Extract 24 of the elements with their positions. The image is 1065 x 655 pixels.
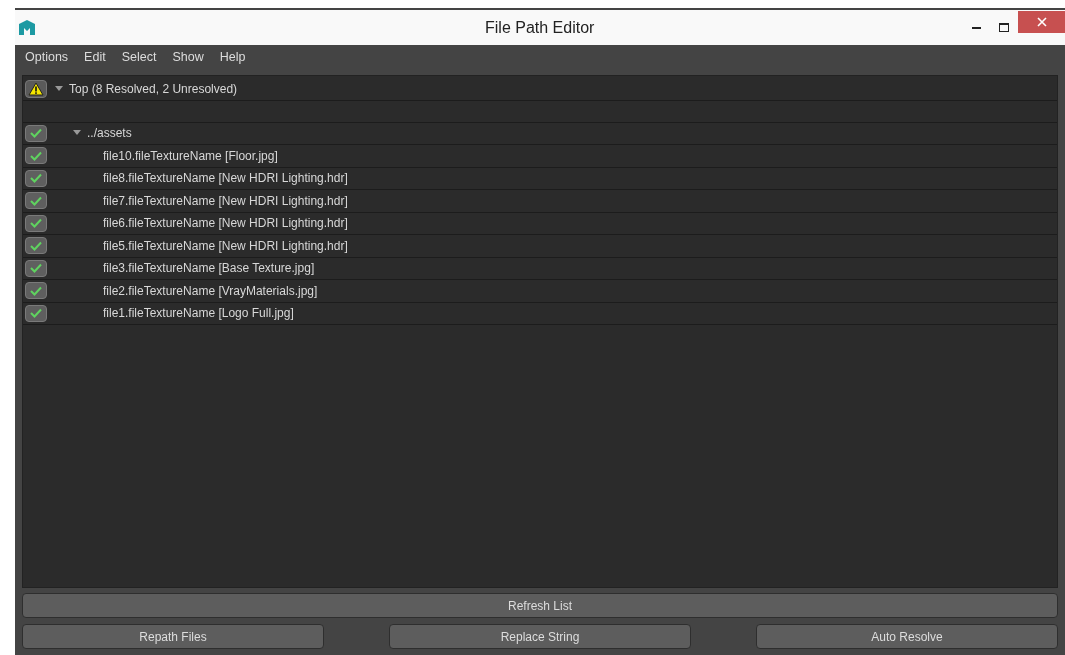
tree-item-label[interactable]: file8.fileTextureName [New HDRI Lighting.hdr] (103, 169, 348, 188)
close-icon (1036, 17, 1047, 27)
tree-item-label[interactable]: file3.fileTextureName [Base Texture.jpg] (103, 259, 315, 278)
action-button[interactable]: Repath Files (22, 624, 324, 649)
tree-item-label[interactable]: ../assets (87, 124, 132, 143)
menu-item[interactable]: Options (25, 47, 69, 67)
expand-arrow-icon[interactable] (55, 85, 63, 92)
menu-item[interactable]: Select (121, 47, 157, 67)
app-logo-icon (18, 19, 36, 36)
tree-item-label[interactable]: file5.fileTextureName [New HDRI Lighting.hdr] (103, 236, 348, 255)
window-title: File Path Editor (485, 17, 595, 38)
tree-item-label[interactable]: file2.fileTextureName [VrayMaterials.jpg] (103, 281, 318, 300)
refresh-list-button[interactable]: Refresh List (22, 593, 1058, 618)
expand-arrow-icon[interactable] (73, 130, 81, 137)
tree-item-label[interactable]: Top (8 Resolved, 2 Unresolved) (69, 79, 238, 98)
action-button[interactable]: Replace String (389, 624, 691, 649)
menu-item[interactable]: Edit (84, 47, 106, 67)
tree-item-label[interactable]: file1.fileTextureName [Logo Full.jpg] (103, 304, 294, 323)
tree-item-label[interactable]: file6.fileTextureName [New HDRI Lighting.hdr] (103, 214, 348, 233)
menu-item[interactable]: Help (219, 47, 246, 67)
tree-item-label[interactable]: file7.fileTextureName [New HDRI Lighting.hdr] (103, 191, 348, 210)
action-button[interactable]: Auto Resolve (756, 624, 1058, 649)
menu-item[interactable]: Show (172, 47, 204, 67)
tree-item-label[interactable]: file10.fileTextureName [Floor.jpg] (103, 146, 278, 165)
